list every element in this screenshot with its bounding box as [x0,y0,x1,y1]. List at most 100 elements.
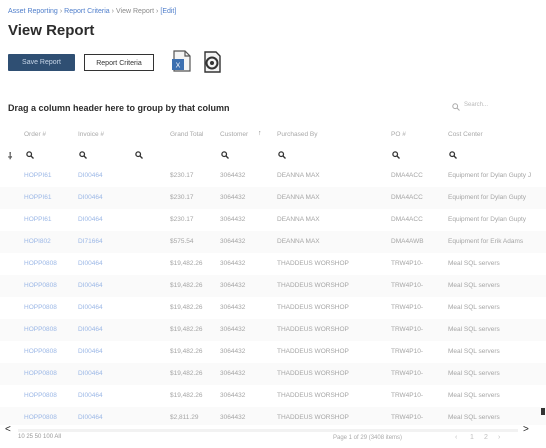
order-link[interactable]: HOPPI61 [24,194,51,201]
invoice-link[interactable]: DI00464 [78,326,103,333]
filter-cost-center-icon[interactable] [449,151,457,159]
col-header-purchased-by[interactable]: Purchased By [277,131,317,138]
cost-center-cell: Meal SQL servers [448,326,500,333]
table-row[interactable]: HOPP0808 DI00464 $19,482.26 3064432 THAD… [0,275,546,297]
cost-center-cell: Equipment for Dylan Gupty [448,216,527,223]
table-row[interactable]: HOPP0808 DI00464 $19,482.26 3064432 THAD… [0,385,546,407]
settings-export-icon[interactable] [201,49,223,75]
invoice-link[interactable]: DI00464 [78,260,103,267]
save-report-button[interactable]: Save Report [8,54,75,71]
col-header-customer[interactable]: Customer [220,131,248,138]
breadcrumb-report-criteria[interactable]: Report Criteria [64,8,110,15]
invoice-link[interactable]: DI00464 [78,392,103,399]
page-number-2[interactable]: 2 [484,434,488,441]
invoice-link[interactable]: DI00464 [78,172,103,179]
filter-order-icon[interactable] [26,151,34,159]
column-resize-handle[interactable] [541,408,545,415]
order-link[interactable]: HOPP0808 [24,304,57,311]
table-row[interactable]: HOPP0808 DI00464 $19,482.26 3064432 THAD… [0,319,546,341]
order-link[interactable]: HOPP0808 [24,414,57,421]
table-row[interactable]: HOPP0808 DI00464 $2,811.29 3064432 THADD… [0,407,546,425]
grand-total-cell: $575.54 [170,238,194,245]
scroll-left-arrow[interactable]: < [5,424,11,435]
table-row[interactable]: HOPP0808 DI00464 $19,482.26 3064432 THAD… [0,297,546,319]
grand-total-cell: $19,482.26 [170,260,203,267]
excel-export-icon[interactable]: X [171,49,193,75]
invoice-link[interactable]: DI00464 [78,348,103,355]
breadcrumb-edit[interactable]: [Edit] [160,8,176,15]
order-link[interactable]: HOPPI61 [24,216,51,223]
col-header-order[interactable]: Order # [24,131,46,138]
po-cell: DMA4ACC [391,172,423,179]
pin-icon[interactable]: ⸸ [8,149,12,162]
col-header-cost-center[interactable]: Cost Center [448,131,483,138]
customer-cell: 3064432 [220,326,246,333]
customer-cell: 3064432 [220,414,246,421]
customer-cell: 3064432 [220,348,246,355]
cost-center-cell: Meal SQL servers [448,414,500,421]
table-row[interactable]: HOPI802 DI71664 $575.54 3064432 DEANNA M… [0,231,546,253]
breadcrumb-separator: › [59,8,63,15]
col-header-po[interactable]: PO # [391,131,406,138]
cost-center-cell: Equipment for Dylan Gupty J [448,172,532,179]
table-row[interactable]: HOPP0808 DI00464 $19,482.26 3064432 THAD… [0,253,546,275]
page-prev-icon[interactable]: ‹ [455,434,457,441]
svg-text:X: X [176,63,181,70]
breadcrumb-separator: › [156,8,159,15]
order-link[interactable]: HOPP0808 [24,260,57,267]
order-link[interactable]: HOPP0808 [24,370,57,377]
grand-total-cell: $2,811.29 [170,414,199,421]
order-link[interactable]: HOPP0808 [24,326,57,333]
table-row[interactable]: HOPP0808 DI00464 $19,482.26 3064432 THAD… [0,341,546,363]
purchased-by-cell: THADDEUS WORSHOP [277,348,349,355]
horizontal-scrollbar[interactable] [18,429,518,432]
invoice-link[interactable]: DI71664 [78,238,103,245]
search-input[interactable]: Search... [464,102,488,108]
page-number-1[interactable]: 1 [470,434,474,441]
invoice-link[interactable]: DI00464 [78,282,103,289]
search-icon [452,103,460,111]
order-link[interactable]: HOPP0808 [24,348,57,355]
customer-cell: 3064432 [220,304,246,311]
cost-center-cell: Meal SQL servers [448,370,500,377]
invoice-link[interactable]: DI00464 [78,414,103,421]
po-cell: TRW4P10- [391,414,424,421]
customer-cell: 3064432 [220,282,246,289]
purchased-by-cell: THADDEUS WORSHOP [277,304,349,311]
table-row[interactable]: HOPPI61 DI00464 $230.17 3064432 DEANNA M… [0,209,546,231]
po-cell: TRW4P10- [391,260,424,267]
order-link[interactable]: HOPP0808 [24,282,57,289]
grid-search[interactable]: Search... [448,100,528,114]
col-header-invoice[interactable]: Invoice # [78,131,104,138]
invoice-link[interactable]: DI00464 [78,194,103,201]
purchased-by-cell: DEANNA MAX [277,172,320,179]
breadcrumb-separator: › [111,8,115,15]
filter-po-icon[interactable] [392,151,400,159]
table-row[interactable]: HOPPI61 DI00464 $230.17 3064432 DEANNA M… [0,165,546,187]
table-row[interactable]: HOPPI61 DI00464 $230.17 3064432 DEANNA M… [0,187,546,209]
cost-center-cell: Equipment for Erik Adams [448,238,524,245]
filter-purchased-by-icon[interactable] [278,151,286,159]
purchased-by-cell: THADDEUS WORSHOP [277,392,349,399]
breadcrumb-asset-reporting[interactable]: Asset Reporting [8,8,58,15]
invoice-link[interactable]: DI00464 [78,370,103,377]
order-link[interactable]: HOPPI61 [24,172,51,179]
page-next-icon[interactable]: › [498,434,500,441]
order-link[interactable]: HOPP0808 [24,392,57,399]
cost-center-cell: Equipment for Dylan Gupty [448,194,527,201]
filter-customer-icon[interactable] [221,151,229,159]
invoice-link[interactable]: DI00464 [78,216,103,223]
filter-invoice-icon[interactable] [79,151,87,159]
col-header-grand-total[interactable]: Grand Total [170,131,203,138]
purchased-by-cell: THADDEUS WORSHOP [277,260,349,267]
filter-grand-total-icon[interactable] [135,151,143,159]
invoice-link[interactable]: DI00464 [78,304,103,311]
report-criteria-button[interactable]: Report Criteria [84,54,154,71]
purchased-by-cell: THADDEUS WORSHOP [277,370,349,377]
order-link[interactable]: HOPI802 [24,238,51,245]
customer-cell: 3064432 [220,238,246,245]
page-size-selector[interactable]: 10 25 50 100 All [18,434,61,440]
purchased-by-cell: THADDEUS WORSHOP [277,326,349,333]
table-row[interactable]: HOPP0808 DI00464 $19,482.26 3064432 THAD… [0,363,546,385]
scroll-right-arrow[interactable]: > [523,424,529,435]
